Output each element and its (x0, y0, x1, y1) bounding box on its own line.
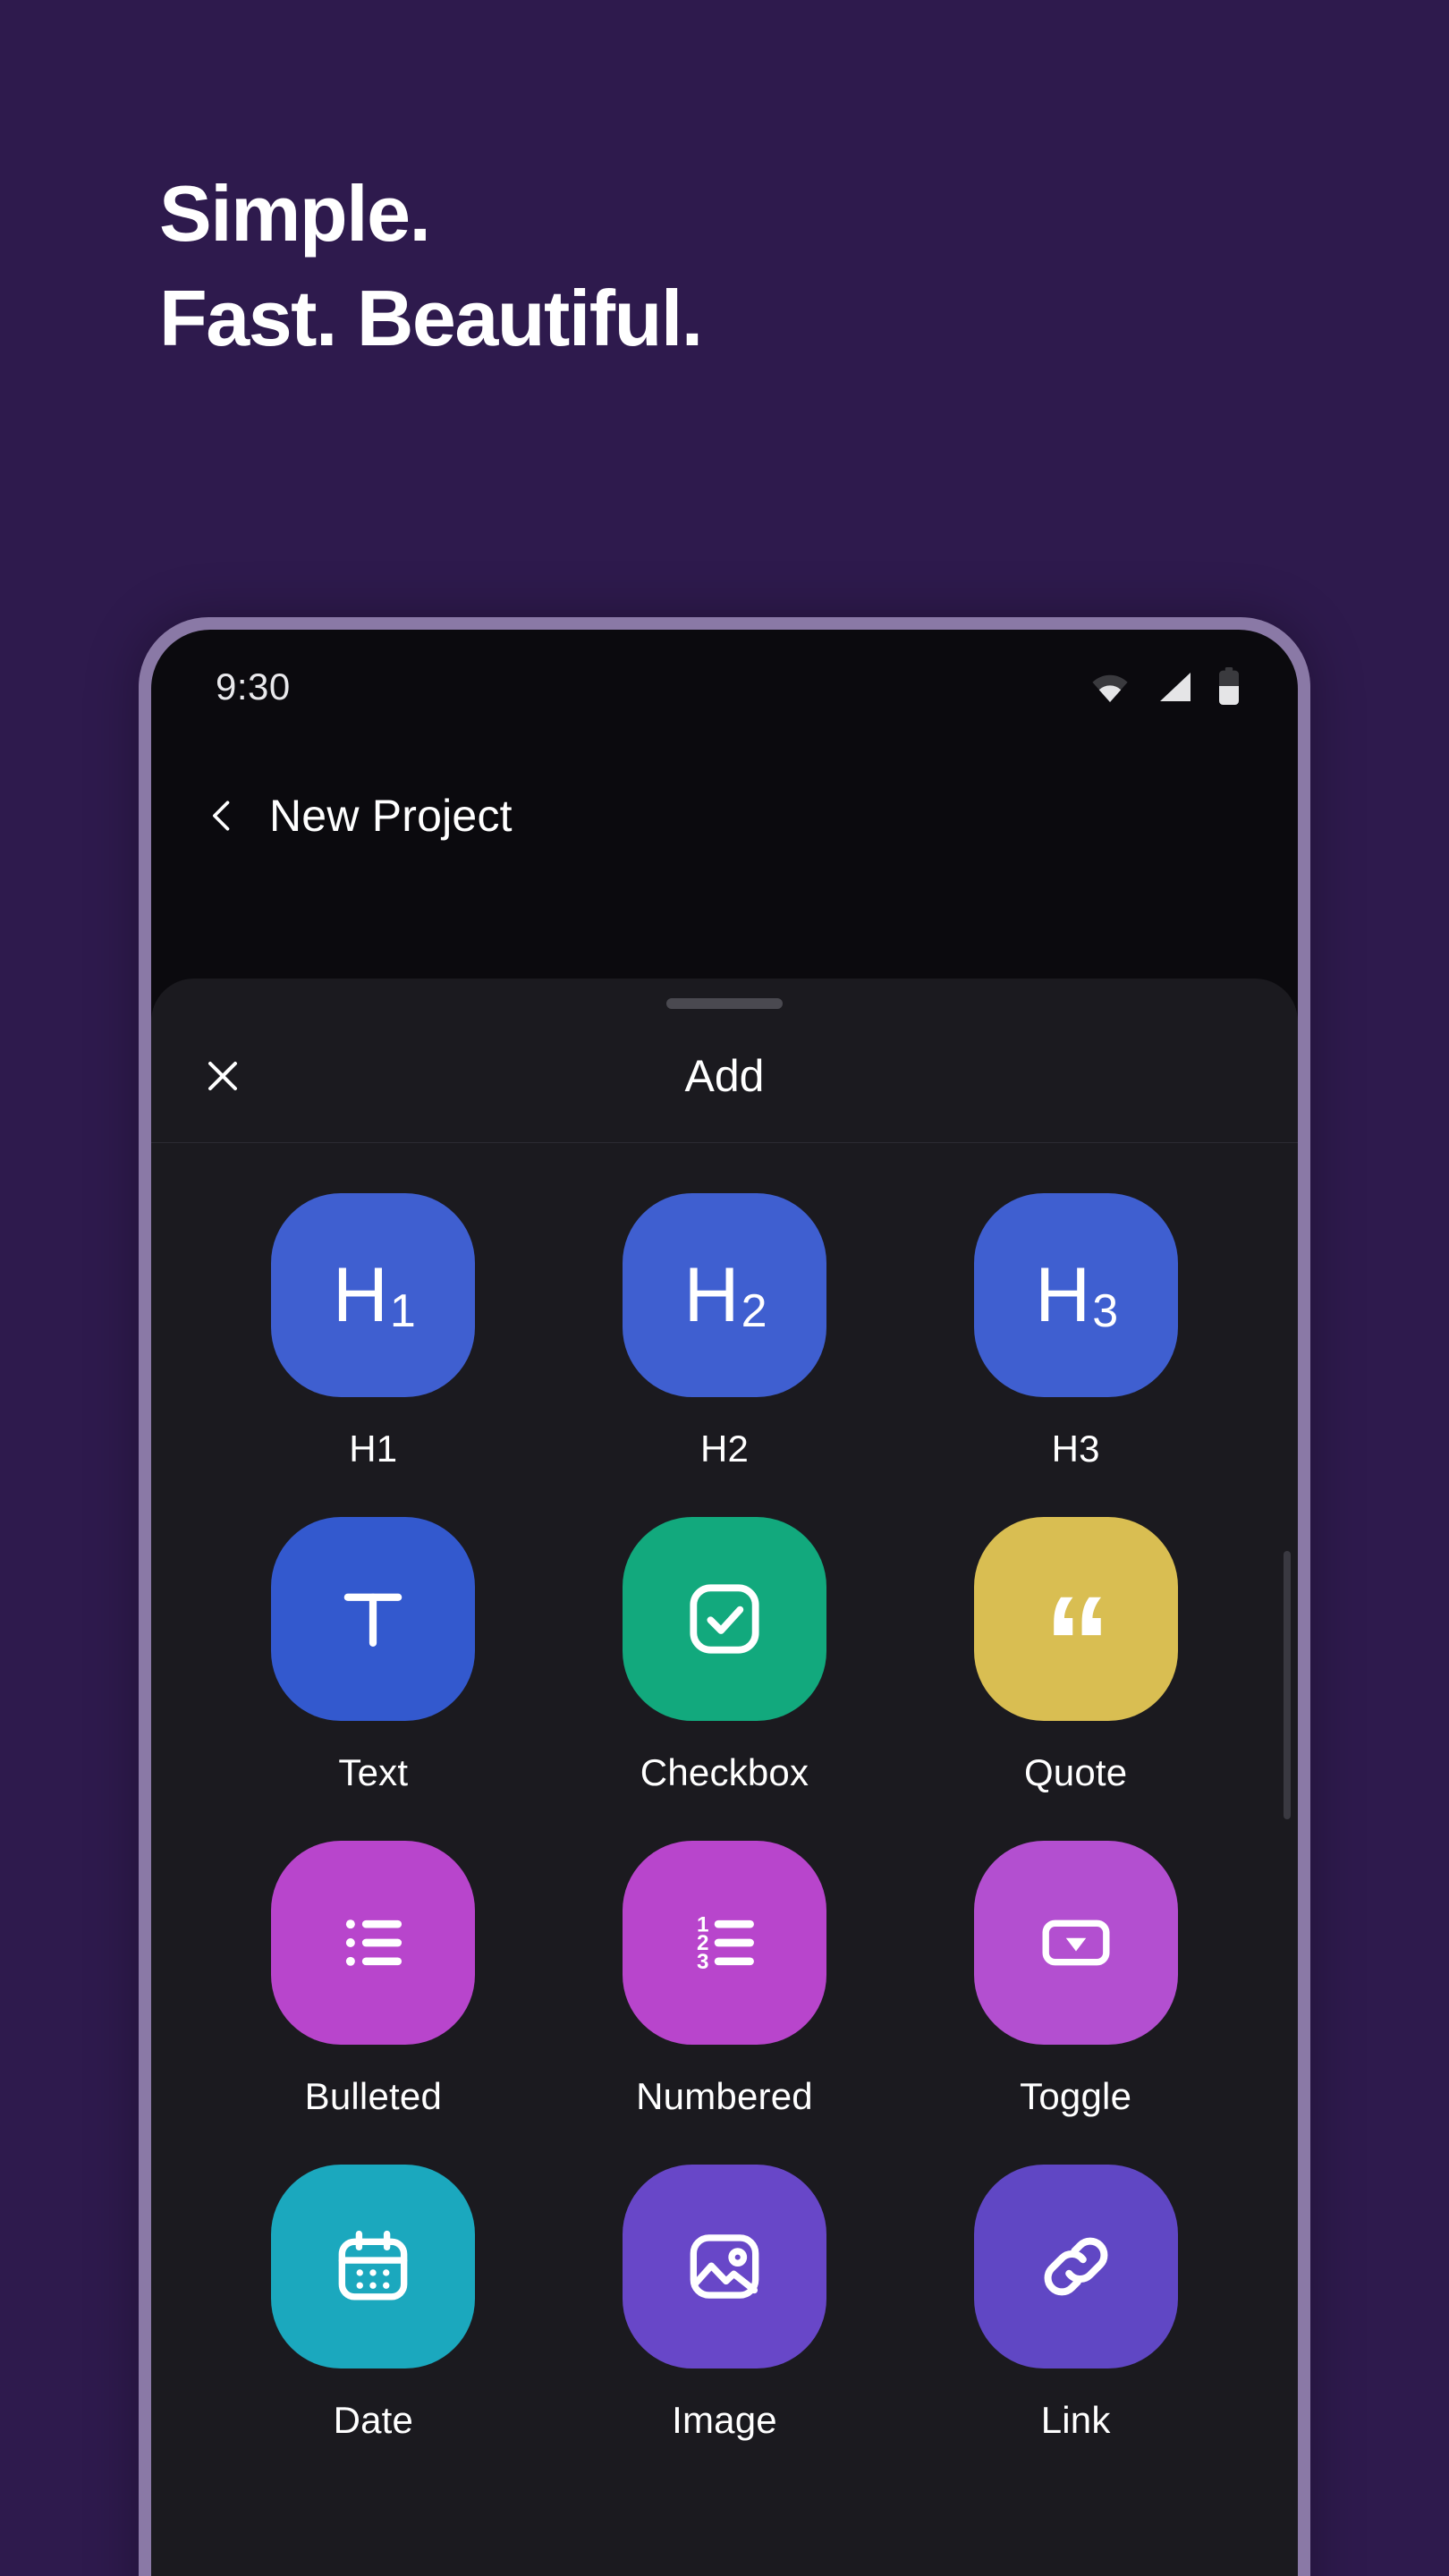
sheet-title: Add (684, 1050, 765, 1101)
block-label: Checkbox (640, 1751, 809, 1793)
bulleted-list-icon (346, 1919, 402, 1966)
text-icon (344, 1593, 402, 1647)
block-option-h3[interactable]: H3 H3 (900, 1193, 1251, 1470)
block-option-h1[interactable]: H1 H1 (198, 1193, 549, 1470)
toggle-icon (1042, 1919, 1110, 1966)
drag-handle[interactable] (666, 998, 783, 1009)
image-tile[interactable] (622, 2165, 826, 2368)
block-label: H3 (1051, 1428, 1100, 1470)
block-label: Quote (1023, 1751, 1128, 1793)
block-option-date[interactable]: Date (198, 2165, 549, 2442)
phone-frame: 9:30 New Project Add H 1 H1 H 2 H2 H 3 H… (139, 617, 1310, 2576)
battery-icon (1219, 667, 1239, 705)
block-option-image[interactable]: Image (549, 2165, 901, 2442)
h3-tile[interactable]: H3 (973, 1193, 1178, 1397)
app-bar: New Project (151, 744, 1298, 887)
headline-line-1: Simple. (159, 169, 431, 258)
numbered-tile[interactable]: 1 2 3 (622, 1841, 826, 2045)
block-option-checkbox[interactable]: Checkbox (549, 1517, 901, 1794)
status-icons (1089, 667, 1241, 707)
checkbox-tile[interactable] (622, 1517, 826, 1721)
block-label: Numbered (636, 2075, 813, 2117)
block-option-quote[interactable]: “ Quote (900, 1517, 1251, 1794)
block-label: Link (1040, 2399, 1111, 2441)
status-bar: 9:30 (151, 630, 1298, 744)
link-icon (1044, 2237, 1108, 2296)
numbered-list-icon: 1 2 3 (697, 1912, 754, 1974)
text-tile[interactable] (271, 1517, 476, 1721)
svg-text:3: 3 (697, 1950, 709, 1974)
block-option-text[interactable]: Text (198, 1517, 549, 1794)
block-option-toggle[interactable]: Toggle (900, 1841, 1251, 2118)
block-label: Date (333, 2399, 414, 2441)
add-block-sheet: Add H1 H1 H2 H2 H 3 H3 Text Checkbox “ Q… (151, 979, 1298, 2576)
quote-tile[interactable]: “ (973, 1517, 1178, 1721)
block-label: Bulleted (304, 2075, 443, 2117)
date-tile[interactable] (271, 2165, 476, 2368)
image-icon (690, 2234, 759, 2299)
block-label: H2 (699, 1428, 750, 1470)
toggle-tile[interactable] (973, 1841, 1178, 2045)
link-tile[interactable] (973, 2165, 1178, 2368)
h1-tile[interactable]: H1 (271, 1193, 476, 1397)
heading-1-icon: H1 (332, 1252, 416, 1338)
back-chevron-icon[interactable] (203, 796, 242, 835)
quote-icon: “ (1044, 1568, 1111, 1718)
block-option-bulleted[interactable]: Bulleted (198, 1841, 549, 2118)
wifi-icon (1092, 674, 1128, 702)
sheet-header: Add (151, 1009, 1298, 1143)
block-label: Toggle (1020, 2075, 1132, 2117)
promo-headline: Simple. Fast. Beautiful. (159, 161, 1322, 370)
headline-line-2: Fast. Beautiful. (159, 274, 703, 363)
page-title: New Project (269, 791, 513, 841)
calendar-icon (338, 2230, 408, 2301)
block-label: H1 (349, 1428, 398, 1470)
heading-3-icon: H3 (1035, 1252, 1119, 1338)
status-time: 9:30 (216, 665, 291, 708)
block-label: Text (338, 1751, 409, 1793)
h2-tile[interactable]: H2 (622, 1193, 826, 1397)
phone-screen: 9:30 New Project Add H 1 H1 H 2 H2 H 3 H… (151, 630, 1298, 2576)
heading-2-icon: H2 (683, 1252, 767, 1338)
promo-screenshot: Simple. Fast. Beautiful. 9:30 New Projec… (0, 0, 1449, 2576)
block-label: Image (672, 2399, 777, 2441)
cellular-signal-icon (1160, 673, 1191, 701)
sheet-scrollbar[interactable] (1284, 1551, 1291, 1819)
bulleted-tile[interactable] (271, 1841, 476, 2045)
block-option-link[interactable]: Link (900, 2165, 1251, 2442)
checkbox-icon (690, 1584, 759, 1654)
block-option-numbered[interactable]: 1 2 3 Numbered (549, 1841, 901, 2118)
block-type-grid: H1 H1 H2 H2 H3 H3 Text Checkbox “ Quote … (151, 1143, 1298, 2442)
close-icon[interactable] (201, 1055, 244, 1097)
block-option-h2[interactable]: H2 H2 (549, 1193, 901, 1470)
